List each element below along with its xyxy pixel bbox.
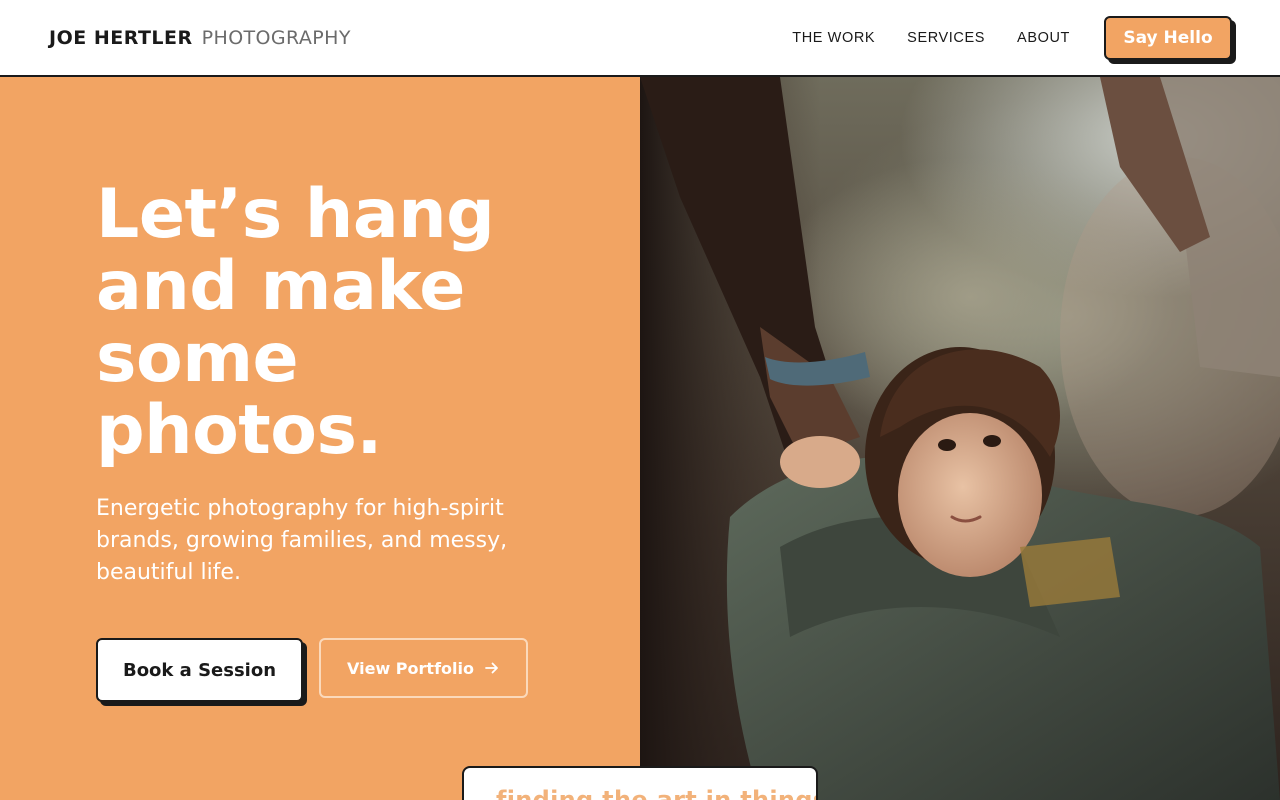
nav-link-services[interactable]: SERVICES [907,30,985,46]
brand-logo[interactable]: JOE HERTLER PHOTOGRAPHY [49,27,351,49]
main-nav: THE WORK SERVICES ABOUT Say Hello [792,15,1232,60]
headline-line: some [96,319,299,398]
site-header: JOE HERTLER PHOTOGRAPHY THE WORK SERVICE… [0,0,1280,77]
view-portfolio-label: View Portfolio [347,658,474,678]
hero-headline: Let’s hang and make some photos. [96,179,576,467]
headline-line: photos. [96,391,382,470]
brand-name: JOE HERTLER [49,26,193,49]
headline-line: and make [96,247,465,326]
nav-link-about[interactable]: ABOUT [1017,30,1070,46]
book-session-button[interactable]: Book a Session [96,638,303,702]
tagline-strip: finding the art in things [462,766,818,800]
headline-line: Let’s hang [96,175,495,254]
say-hello-button[interactable]: Say Hello [1104,15,1232,60]
hero-photo [640,77,1280,800]
child-in-carrier-photo [640,77,1280,800]
view-portfolio-button[interactable]: View Portfolio [319,638,528,698]
hero-panel: Let’s hang and make some photos. Energet… [0,77,640,800]
hero-tagline: Energetic photography for high-spirit br… [96,496,508,585]
nav-link-the-work[interactable]: THE WORK [792,30,875,46]
brand-subtitle: PHOTOGRAPHY [201,26,351,49]
arrow-right-icon [485,662,498,674]
strip-text: finding the art in things [496,786,818,800]
